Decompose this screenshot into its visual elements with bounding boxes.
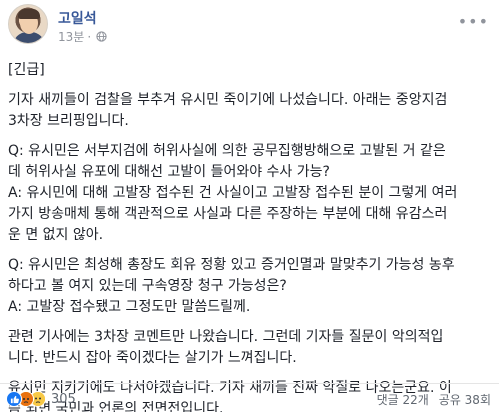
reaction-count[interactable]: 305 (51, 392, 76, 407)
globe-icon[interactable] (96, 31, 107, 42)
post-paragraph: [긴급] (8, 60, 492, 81)
post-text-line: 운 면 없지 않아. (8, 227, 104, 243)
post-text-line: Q: 유시민은 서부지검에 허위사실에 의한 공무집행방해으로 고발된 거 같은 (8, 143, 446, 159)
post-text-line: 관련 기사에는 3차장 코멘트만 나왔습니다. 그런데 기자들 질문이 악의적입 (8, 329, 444, 345)
post-paragraph: 기자 새끼들이 검찰을 부추겨 유시민 죽이기에 나섰습니다. 아래는 중앙지검… (8, 90, 492, 132)
post-text-line: 데 허위사실 유포에 대해선 고발이 들어와야 수사 가능? (8, 164, 330, 180)
like-icon (6, 391, 22, 407)
post-paragraph: Q: 유시민은 최성해 총장도 회유 정황 있고 증거인멸과 말맞추기 가능성 … (8, 255, 492, 318)
post-paragraph: Q: 유시민은 서부지검에 허위사실에 의한 공무집행방해으로 고발된 거 같은… (8, 141, 492, 246)
post-text-line: 하다고 볼 여지 있는데 구속영장 청구 가능성은? (8, 278, 287, 294)
author-name[interactable]: 고일석 (58, 8, 97, 28)
share-count[interactable]: 공유 38회 (439, 391, 491, 408)
post-time[interactable]: 13분 (58, 28, 84, 45)
post-text-line: A: 고발장 접수됐고 그정도만 말씀드릴께. (8, 299, 251, 315)
author-avatar[interactable] (8, 4, 48, 44)
more-options-icon[interactable]: ••• (458, 12, 489, 31)
meta-separator: · (87, 29, 92, 44)
post-text-line: Q: 유시민은 최성해 총장도 회유 정황 있고 증거인멸과 말맞추기 가능성 … (8, 257, 455, 273)
avatar-hair (18, 9, 40, 19)
post-content: [긴급] 기자 새끼들이 검찰을 부추겨 유시민 죽이기에 나섰습니다. 아래는 … (8, 60, 492, 412)
post-text-line: 기자 새끼들이 검찰을 부추겨 유시민 죽이기에 나섰습니다. 아래는 중앙지검 (8, 92, 448, 108)
post-text-line: 니다. 반드시 잡아 죽이겠다는 살기가 느껴집니다. (8, 350, 297, 366)
post-text-line: 3차장 브리핑입니다. (8, 113, 129, 129)
facebook-post: 고일석 13분 · ••• [긴급] 기자 새끼들이 검찰을 부추겨 유시민 죽이… (0, 0, 499, 412)
post-header: 고일석 13분 · ••• (8, 4, 491, 48)
post-footer: 305 댓글 22개 공유 38회 (0, 383, 499, 412)
post-meta: 13분 · (58, 28, 107, 45)
post-paragraph: 관련 기사에는 3차장 코멘트만 나왔습니다. 그런데 기자들 질문이 악의적입… (8, 327, 492, 369)
post-text-line: 가지 방송매체 통해 객관적으로 사실과 다른 주장하는 부분에 대해 유감스러 (8, 206, 448, 222)
post-stats: 댓글 22개 공유 38회 (377, 391, 491, 408)
reactions[interactable]: 305 (6, 391, 76, 407)
post-text-line: A: 유시민에 대해 고발장 접수된 건 사실이고 고발장 접수된 분이 그렇게… (8, 185, 458, 201)
post-text-line: [긴급] (8, 62, 45, 78)
comment-count[interactable]: 댓글 22개 (377, 391, 429, 408)
